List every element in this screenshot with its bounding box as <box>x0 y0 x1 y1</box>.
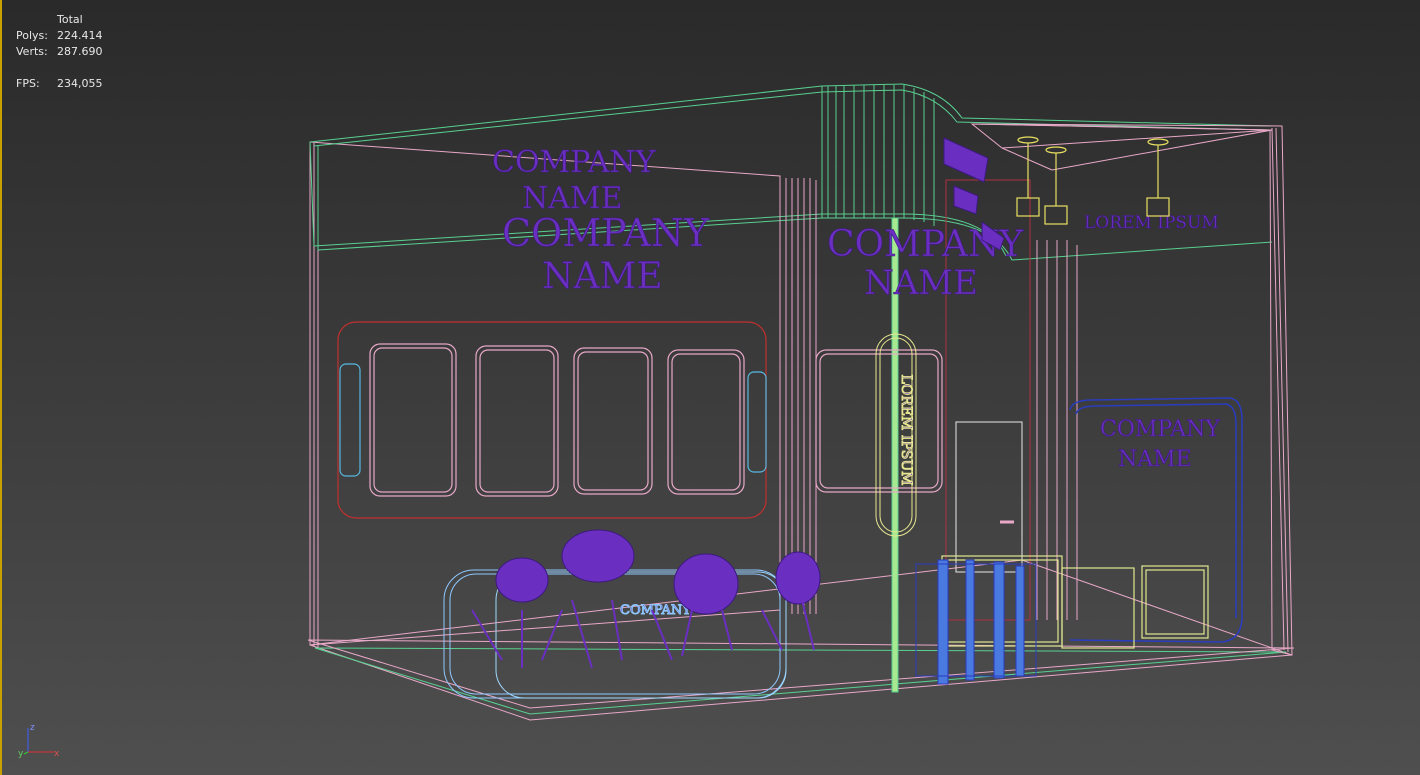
bar-stools <box>915 559 1037 685</box>
axis-gizmo: z y x <box>18 723 60 759</box>
wireframe-booth-scene[interactable]: COMPANY NAME COMPANY NAME COMPANY NAME L… <box>2 0 1420 775</box>
sofa-chairs <box>941 555 1209 649</box>
axis-y-label: y <box>18 749 24 759</box>
wall-logo-line1: COMPANY <box>502 211 710 255</box>
panel-vertical-text: LOREM IPSUM <box>898 375 914 486</box>
wall-logo-line2: NAME <box>542 256 663 297</box>
fps-row: FPS: 234,055 <box>16 76 103 92</box>
polys-row: Polys: 224.414 <box>16 28 103 44</box>
header-logo: COMPANY NAME COMPANY NAME COMPANY NAME L… <box>492 145 1221 473</box>
desk-logo-line1: COMPANY <box>1100 417 1220 442</box>
3d-viewport[interactable]: COMPANY NAME COMPANY NAME COMPANY NAME L… <box>0 0 1420 775</box>
pendant-lamps <box>1016 136 1170 225</box>
fps-label: FPS: <box>16 77 40 90</box>
verts-value: 287.690 <box>57 45 103 58</box>
polys-value: 224.414 <box>57 29 103 42</box>
axis-x-label: x <box>54 749 60 759</box>
desk-logo-line2: NAME <box>1118 447 1192 472</box>
fps-value: 234,055 <box>57 77 103 90</box>
polys-label: Polys: <box>16 29 48 42</box>
display-frame <box>337 321 943 519</box>
counter-text: COMPANY <box>620 603 691 618</box>
header-band-wireframe <box>309 83 1273 261</box>
stats-header: Total <box>57 13 83 26</box>
axis-z-label: z <box>30 723 35 733</box>
header-logo-line1: COMPANY <box>492 145 657 180</box>
center-logo-line2: NAME <box>864 263 978 303</box>
viewport-statistics: Total Polys: 224.414 Verts: 287.690 FPS:… <box>16 12 103 92</box>
verts-row: Verts: 287.690 <box>16 44 103 60</box>
chairs <box>471 529 821 669</box>
verts-label: Verts: <box>16 45 48 58</box>
